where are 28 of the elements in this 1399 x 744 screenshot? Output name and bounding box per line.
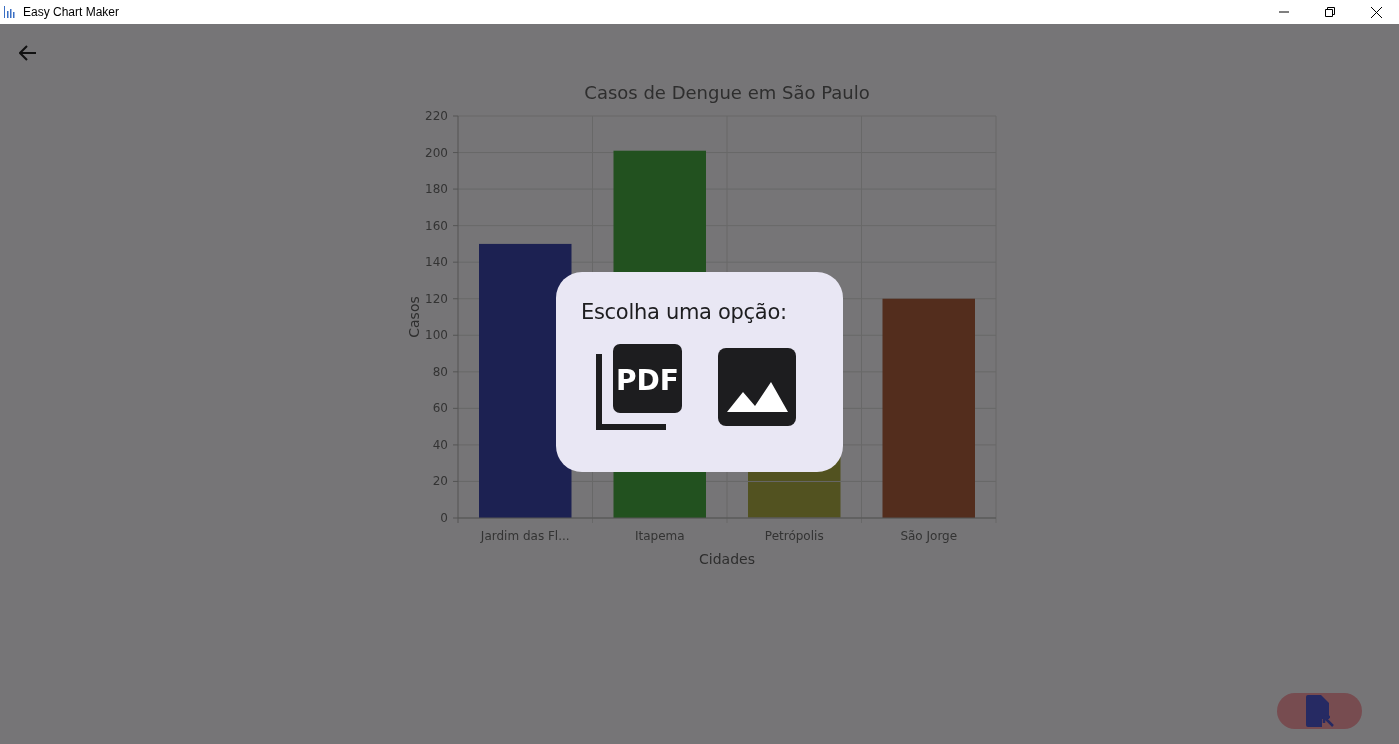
y-tick-label: 40 xyxy=(432,437,448,452)
chart-title: Casos de Dengue em São Paulo xyxy=(584,82,870,103)
y-tick-label: 200 xyxy=(425,145,448,160)
y-tick-label: 0 xyxy=(440,511,448,525)
y-tick-label: 60 xyxy=(432,401,448,416)
dialog-title: Escolha uma opção: xyxy=(581,300,788,324)
image-option-button[interactable] xyxy=(718,348,796,426)
restore-icon xyxy=(1325,7,1335,17)
file-export-icon xyxy=(1305,695,1334,727)
y-tick-label: 180 xyxy=(425,182,448,197)
y-tick-label: 80 xyxy=(432,364,448,379)
x-tick-label: Petrópolis xyxy=(764,529,824,543)
x-tick-label: São Jorge xyxy=(900,529,958,543)
y-tick-label: 20 xyxy=(432,474,448,489)
export-button[interactable] xyxy=(1277,693,1362,729)
y-tick-label: 140 xyxy=(425,255,448,270)
x-tick-label: Itapema xyxy=(634,529,685,543)
close-icon xyxy=(1370,6,1382,18)
back-icon xyxy=(19,45,37,61)
y-axis-title: Casos xyxy=(406,296,422,338)
y-tick-label: 120 xyxy=(425,291,448,306)
x-tick-label: Jardim das Fl... xyxy=(480,529,570,543)
y-tick-label: 100 xyxy=(425,328,448,343)
x-axis-title: Cidades xyxy=(699,551,755,567)
y-tick-label: 160 xyxy=(425,218,448,233)
app-icon xyxy=(4,6,16,18)
window-title: Easy Chart Maker xyxy=(23,5,121,19)
y-tick-label: 220 xyxy=(425,109,448,123)
